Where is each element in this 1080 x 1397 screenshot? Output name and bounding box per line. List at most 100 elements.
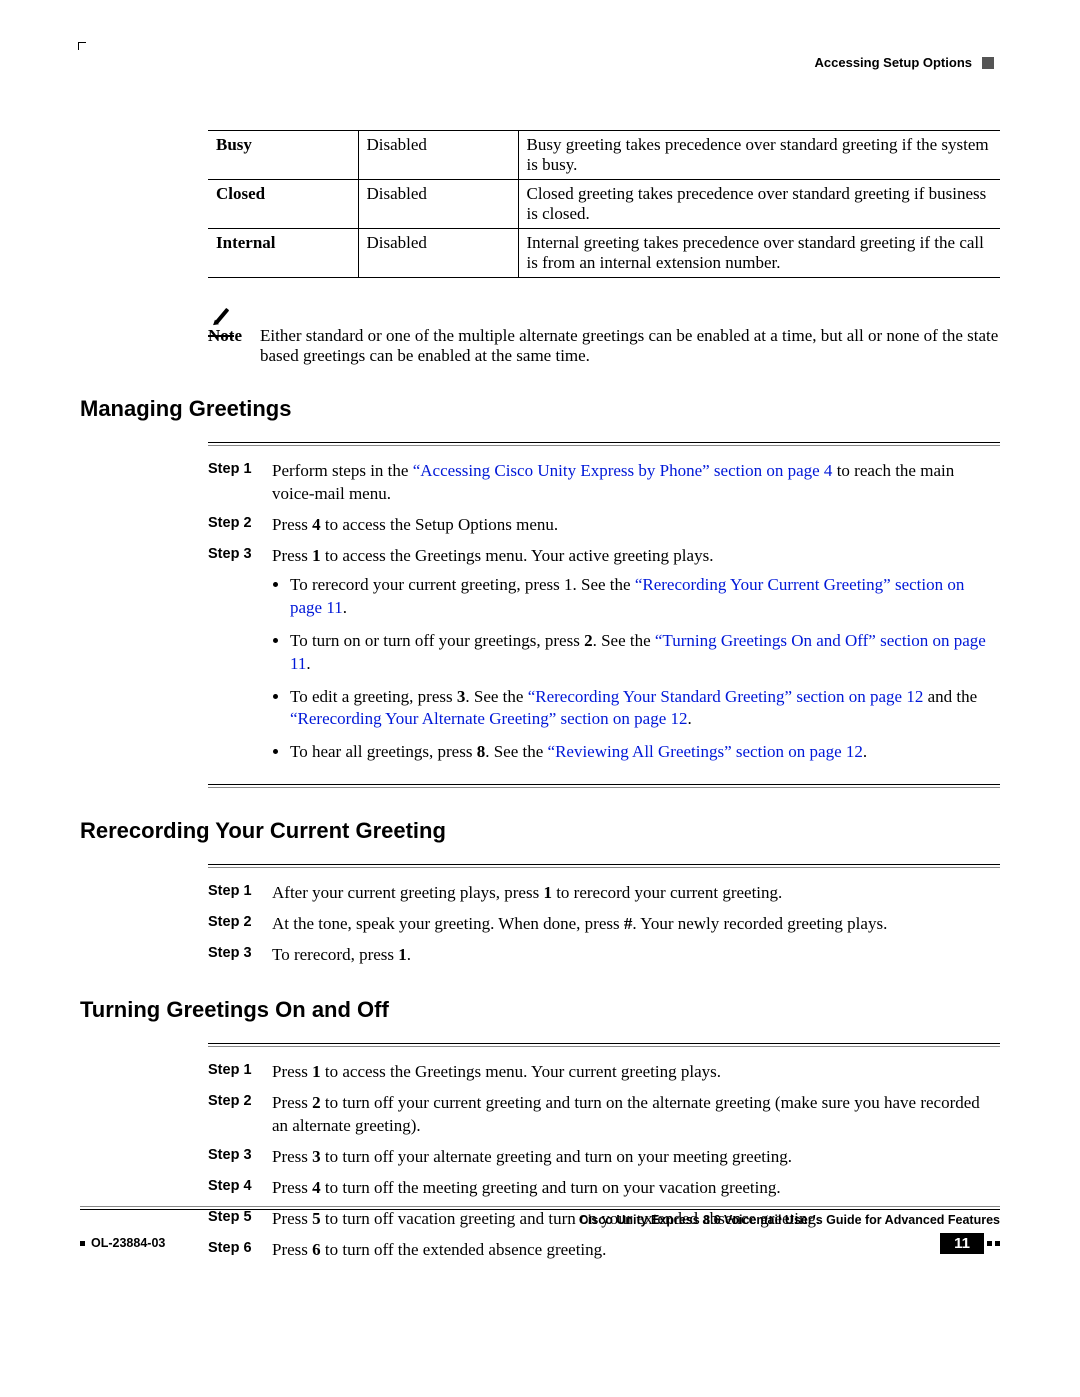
- list-item: To rerecord your current greeting, press…: [290, 574, 1000, 620]
- footer-doc-number: OL-23884-03: [80, 1236, 165, 1250]
- step-label: Step 2: [208, 1092, 272, 1109]
- table-row: Busy Disabled Busy greeting takes preced…: [208, 131, 1000, 180]
- text: Press: [272, 1062, 312, 1081]
- text: to turn off your current greeting and tu…: [272, 1093, 980, 1135]
- text: .: [407, 945, 411, 964]
- table-row: Closed Disabled Closed greeting takes pr…: [208, 180, 1000, 229]
- text: .: [306, 654, 310, 673]
- text: To edit a greeting, press: [290, 687, 457, 706]
- note-text: Either standard or one of the multiple a…: [260, 306, 1000, 366]
- table-row: Internal Disabled Internal greeting take…: [208, 229, 1000, 278]
- text: After your current greeting plays, press: [272, 883, 543, 902]
- text: To hear all greetings, press: [290, 742, 477, 761]
- text: to turn off the meeting greeting and tur…: [321, 1178, 781, 1197]
- step-label: Step 1: [208, 882, 272, 899]
- key: 2: [584, 631, 593, 650]
- list-item: To turn on or turn off your greetings, p…: [290, 630, 1000, 676]
- text: and the: [923, 687, 977, 706]
- link-accessing-by-phone[interactable]: “Accessing Cisco Unity Express by Phone”…: [413, 461, 833, 480]
- step-row: Step 3 Press 3 to turn off your alternat…: [208, 1146, 1000, 1169]
- step-body: After your current greeting plays, press…: [272, 882, 1000, 905]
- step-row: Step 3 To rerecord, press 1.: [208, 944, 1000, 967]
- marker-icon: [987, 1241, 992, 1246]
- list-item: To hear all greetings, press 8. See the …: [290, 741, 1000, 764]
- step-row: Step 2 Press 2 to turn off your current …: [208, 1092, 1000, 1138]
- step-label: Step 3: [208, 545, 272, 562]
- text: To rerecord, press: [272, 945, 398, 964]
- text: to rerecord your current greeting.: [552, 883, 782, 902]
- step-body: Press 4 to turn off the meeting greeting…: [272, 1177, 1000, 1200]
- step-row: Step 3 Press 1 to access the Greetings m…: [208, 545, 1000, 775]
- key: 8: [477, 742, 486, 761]
- greeting-status: Disabled: [358, 180, 518, 229]
- text: Press: [272, 1147, 312, 1166]
- step-row: Step 1 Press 1 to access the Greetings m…: [208, 1061, 1000, 1084]
- text: Perform steps in the: [272, 461, 413, 480]
- header-marker-icon: [982, 57, 994, 69]
- text: . See the: [485, 742, 547, 761]
- bullet-list: To rerecord your current greeting, press…: [290, 574, 1000, 765]
- step-label: Step 3: [208, 944, 272, 961]
- text: to turn off your alternate greeting and …: [321, 1147, 792, 1166]
- text: .: [343, 598, 347, 617]
- step-row: Step 2 At the tone, speak your greeting.…: [208, 913, 1000, 936]
- key: 1: [543, 883, 552, 902]
- text: . Your newly recorded greeting plays.: [632, 914, 887, 933]
- key: 1: [312, 1062, 321, 1081]
- note-block: Note Either standard or one of the multi…: [208, 306, 1000, 366]
- step-row: Step 1 After your current greeting plays…: [208, 882, 1000, 905]
- link-reviewing-all[interactable]: “Reviewing All Greetings” section on pag…: [548, 742, 863, 761]
- footer-guide-title: Cisco Unity Express 8.6 Voicemail User's…: [80, 1209, 1000, 1227]
- step-body: At the tone, speak your greeting. When d…: [272, 913, 1000, 936]
- section-rule: [208, 442, 1000, 446]
- greeting-desc: Busy greeting takes precedence over stan…: [518, 131, 1000, 180]
- key: 4: [312, 515, 321, 534]
- heading-managing-greetings: Managing Greetings: [80, 396, 1000, 422]
- text: Press: [272, 1093, 312, 1112]
- text: .: [688, 709, 692, 728]
- marker-icon: [995, 1241, 1000, 1246]
- step-body: To rerecord, press 1.: [272, 944, 1000, 967]
- step-body: Perform steps in the “Accessing Cisco Un…: [272, 460, 1000, 506]
- step-label: Step 1: [208, 1061, 272, 1078]
- greeting-status: Disabled: [358, 229, 518, 278]
- text: To rerecord your current greeting, press…: [290, 575, 635, 594]
- step-row: Step 4 Press 4 to turn off the meeting g…: [208, 1177, 1000, 1200]
- link-rerecord-standard[interactable]: “Rerecording Your Standard Greeting” sec…: [528, 687, 924, 706]
- step-row: Step 1 Perform steps in the “Accessing C…: [208, 460, 1000, 506]
- greeting-name: Busy: [208, 131, 358, 180]
- key: 3: [312, 1147, 321, 1166]
- section-rule: [208, 864, 1000, 868]
- step-label: Step 4: [208, 1177, 272, 1194]
- key: 4: [312, 1178, 321, 1197]
- page-number: 11: [940, 1233, 984, 1254]
- section-rule: [208, 1043, 1000, 1047]
- step-label: Step 3: [208, 1146, 272, 1163]
- greeting-name: Internal: [208, 229, 358, 278]
- header-chapter-label: Accessing Setup Options: [815, 55, 972, 70]
- heading-turning-on-off: Turning Greetings On and Off: [80, 997, 1000, 1023]
- greeting-status: Disabled: [358, 131, 518, 180]
- greeting-desc: Internal greeting takes precedence over …: [518, 229, 1000, 278]
- step-label: Step 2: [208, 913, 272, 930]
- step-row: Step 2 Press 4 to access the Setup Optio…: [208, 514, 1000, 537]
- link-rerecord-alternate[interactable]: “Rerecording Your Alternate Greeting” se…: [290, 709, 688, 728]
- step-body: Press 1 to access the Greetings menu. Yo…: [272, 545, 1000, 775]
- text: .: [863, 742, 867, 761]
- text: to access the Greetings menu. Your activ…: [321, 546, 714, 565]
- page-number-wrap: 11: [940, 1233, 1000, 1254]
- text: to access the Greetings menu. Your curre…: [321, 1062, 721, 1081]
- text: Press: [272, 515, 312, 534]
- step-label: Step 2: [208, 514, 272, 531]
- step-body: Press 4 to access the Setup Options menu…: [272, 514, 1000, 537]
- greeting-desc: Closed greeting takes precedence over st…: [518, 180, 1000, 229]
- greetings-table: Busy Disabled Busy greeting takes preced…: [208, 130, 1000, 278]
- text: to access the Setup Options menu.: [321, 515, 559, 534]
- doc-number: OL-23884-03: [91, 1236, 165, 1250]
- page-header: Accessing Setup Options: [815, 55, 994, 70]
- heading-rerecording-current: Rerecording Your Current Greeting: [80, 818, 1000, 844]
- list-item: To edit a greeting, press 3. See the “Re…: [290, 686, 1000, 732]
- step-label: Step 1: [208, 460, 272, 477]
- key: 2: [312, 1093, 321, 1112]
- text: To turn on or turn off your greetings, p…: [290, 631, 584, 650]
